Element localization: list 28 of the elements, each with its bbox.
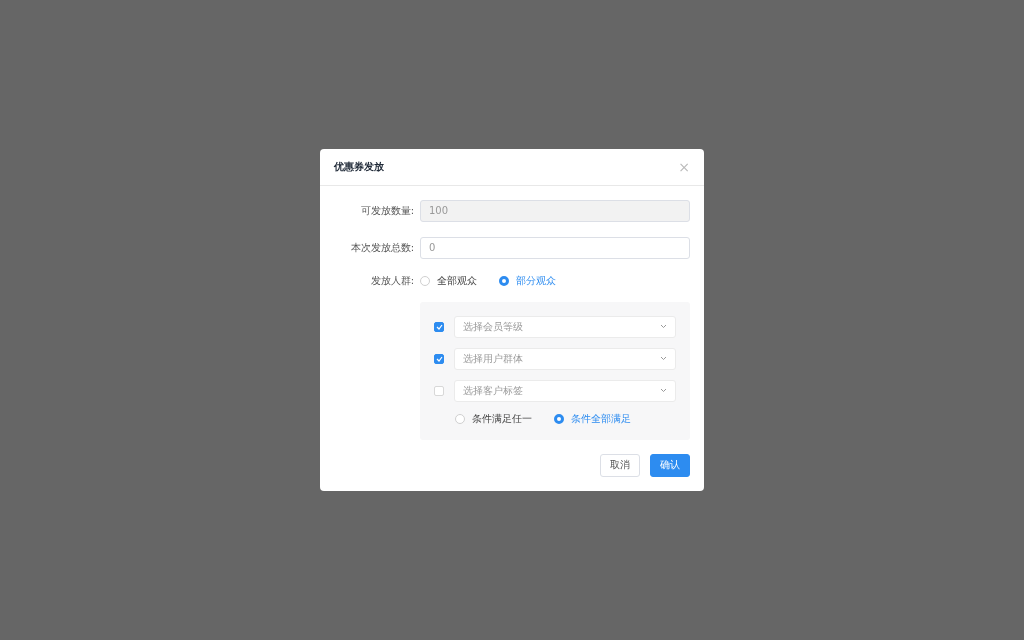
radio-icon[interactable]	[455, 413, 465, 424]
radio-label: 条件满足任一	[472, 411, 532, 426]
radio-label: 条件全部满足	[571, 411, 631, 426]
field-label: 可发放数量:	[359, 203, 414, 218]
chevron-down-icon	[660, 388, 667, 393]
chevron-down-icon	[660, 324, 667, 329]
cancel-button[interactable]: 取消	[600, 453, 640, 477]
field-label: 本次发放总数:	[349, 240, 414, 255]
select-field[interactable]: 选择客户标签	[454, 379, 676, 402]
dialog-title: 优惠券发放	[334, 159, 384, 174]
close-button[interactable]: ×	[678, 158, 690, 175]
field-label: 发放人群:	[369, 273, 414, 288]
checkbox[interactable]	[434, 321, 444, 332]
radio-option[interactable]: 条件满足任一	[455, 411, 532, 426]
radio-icon[interactable]	[554, 413, 564, 424]
select-field[interactable]: 选择用户群体	[454, 347, 676, 370]
radio-label: 部分观众	[516, 273, 556, 288]
radio-option[interactable]: 条件全部满足	[554, 411, 631, 426]
radio-option[interactable]: 部分观众	[499, 273, 556, 288]
radio-label: 全部观众	[437, 273, 477, 288]
select-field[interactable]: 选择会员等级	[454, 315, 676, 338]
radio-option[interactable]: 全部观众	[420, 273, 477, 288]
checkbox[interactable]	[434, 353, 444, 364]
radio-icon[interactable]	[420, 275, 430, 286]
input-field[interactable]: 0	[420, 236, 690, 259]
radio-icon[interactable]	[499, 275, 509, 286]
confirm-button[interactable]: 确认	[650, 453, 690, 477]
chevron-down-icon	[660, 356, 667, 361]
